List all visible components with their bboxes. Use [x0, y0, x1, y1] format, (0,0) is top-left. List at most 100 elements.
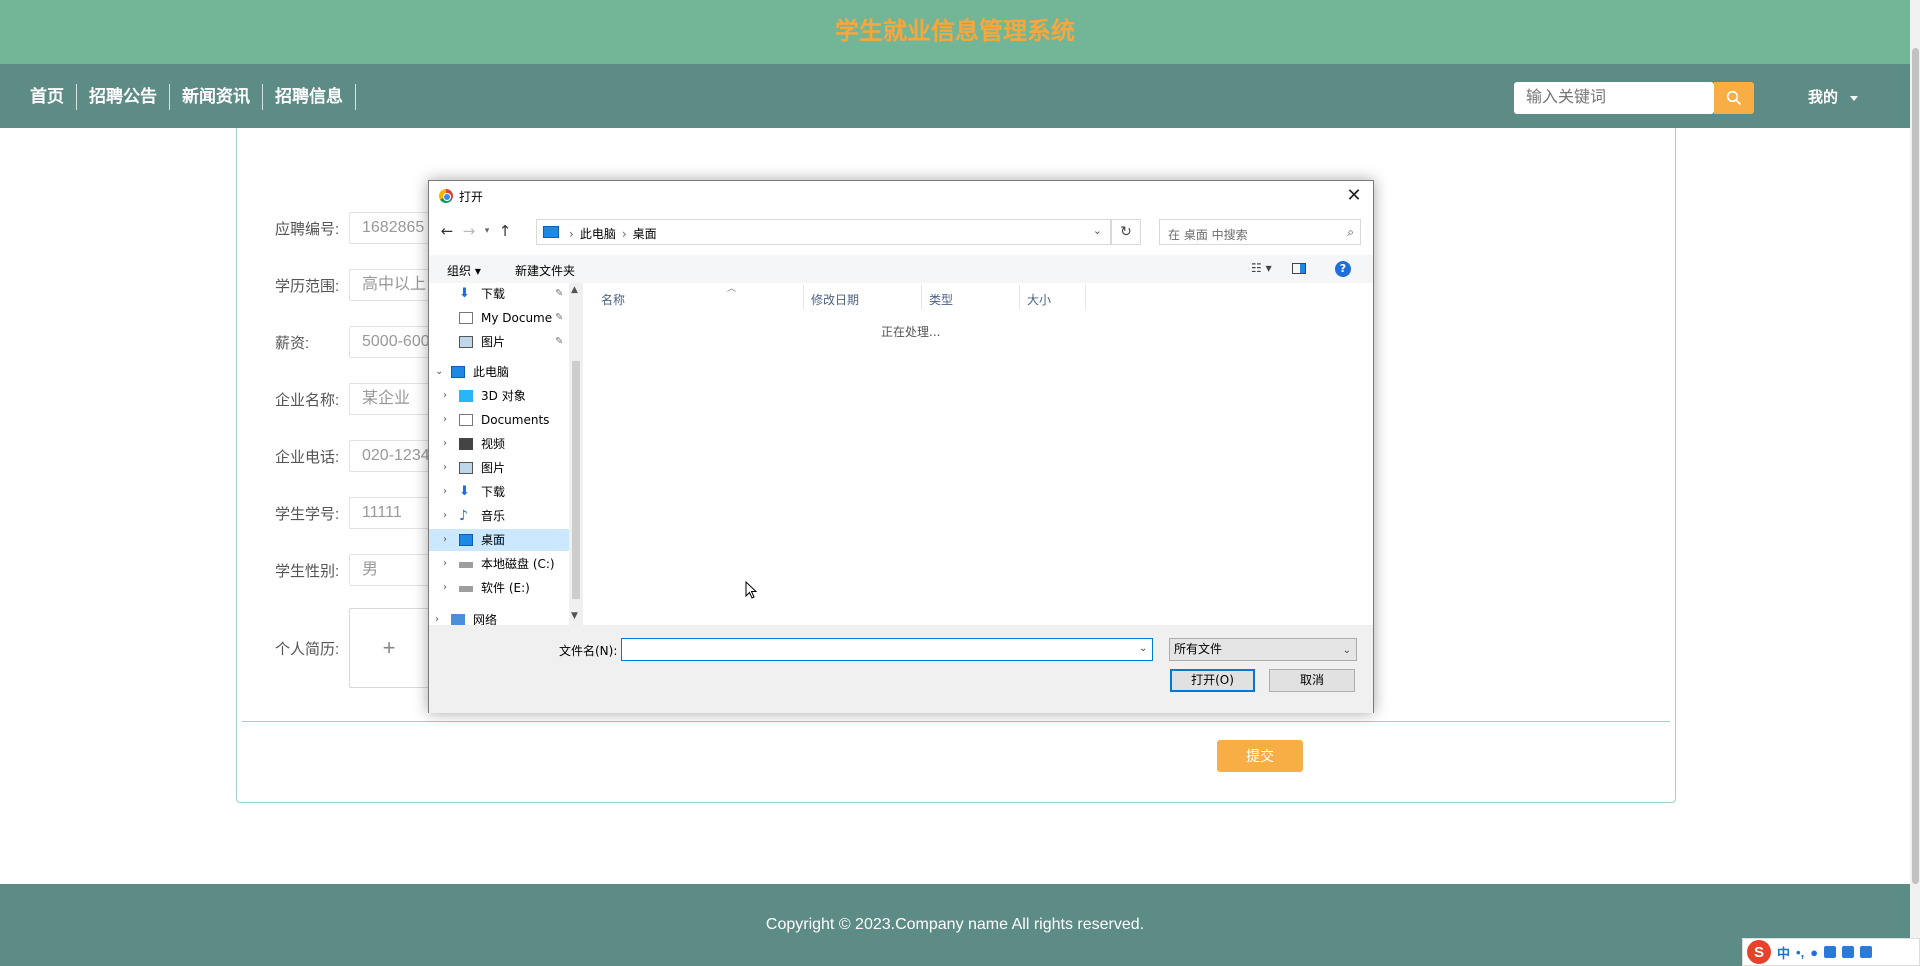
tree-item-videos[interactable]: › 视频 [429, 433, 569, 455]
toolbox-icon[interactable] [1860, 946, 1873, 958]
preview-pane-icon[interactable] [1292, 263, 1306, 274]
dialog-search-placeholder: 在 桌面 中搜索 [1168, 228, 1248, 242]
ime-punctuation[interactable]: •, [1796, 945, 1804, 960]
tree-item-label: Documents [481, 413, 550, 427]
document-icon [459, 312, 473, 324]
desktop-icon [459, 534, 473, 546]
skin-icon[interactable] [1842, 946, 1855, 958]
back-arrow-icon[interactable]: ← [437, 221, 457, 241]
tree-item-pictures[interactable]: › 图片 [429, 457, 569, 479]
user-menu[interactable]: 我的 [1808, 86, 1859, 107]
field-label: 薪资: [275, 334, 310, 352]
tree-item-this-pc[interactable]: ⌄ 此电脑 [429, 361, 569, 383]
chevron-right-icon[interactable]: › [435, 609, 439, 625]
chevron-right-icon[interactable]: › [443, 553, 447, 575]
open-button[interactable]: 打开(O) [1170, 669, 1255, 692]
tree-item-label: 音乐 [481, 509, 506, 523]
user-menu-label: 我的 [1808, 89, 1839, 106]
organize-button[interactable]: 组织 ▾ [447, 262, 481, 279]
ime-mode[interactable]: 中 [1777, 943, 1790, 962]
nav-home[interactable]: 首页 [18, 84, 77, 110]
nav-news[interactable]: 新闻资讯 [170, 84, 263, 110]
column-size[interactable]: 大小 [1027, 291, 1051, 308]
computer-icon [451, 366, 465, 378]
tree-item-pictures-quick[interactable]: 图片 ✎ [429, 331, 569, 353]
chevron-right-icon[interactable]: › [443, 505, 447, 527]
resume-upload-button[interactable]: + [349, 608, 429, 688]
breadcrumb-desktop[interactable]: 桌面 [633, 227, 657, 241]
main-nav: 首页 招聘公告 新闻资讯 招聘信息 我的 [0, 64, 1910, 128]
view-options-icon[interactable]: ☷ ▾ [1251, 261, 1272, 275]
nav-recruitment-notices[interactable]: 招聘公告 [77, 84, 170, 110]
filename-input[interactable] [621, 638, 1153, 661]
copyright-text: Copyright © 2023.Company name All rights… [765, 916, 1145, 933]
dialog-search-box[interactable]: 在 桌面 中搜索 ⌕ [1159, 219, 1361, 245]
page-scrollbar-thumb[interactable] [1912, 48, 1919, 884]
tree-item-music[interactable]: › ♪ 音乐 [429, 505, 569, 527]
chevron-right-icon[interactable]: › [443, 457, 447, 479]
microphone-icon[interactable]: ● [1810, 945, 1818, 960]
submit-button[interactable]: 提交 [1217, 740, 1303, 772]
picture-icon [459, 336, 473, 348]
tree-item-desktop[interactable]: › 桌面 [429, 529, 569, 551]
loading-status: 正在处理... [881, 325, 941, 339]
close-button[interactable]: ✕ [1343, 185, 1365, 207]
breadcrumb-this-pc[interactable]: 此电脑 [580, 227, 616, 241]
chevron-right-icon[interactable]: › [443, 577, 447, 599]
chevron-up-icon[interactable]: ▲ [571, 285, 578, 295]
new-folder-button[interactable]: 新建文件夹 [515, 262, 575, 279]
field-label: 企业电话: [275, 448, 340, 466]
tree-item-software-e[interactable]: › 软件 (E:) [429, 577, 569, 599]
tree-item-3d-objects[interactable]: › 3D 对象 [429, 385, 569, 407]
tree-item-downloads-quick[interactable]: ⬇ 下载 ✎ [429, 283, 569, 305]
tree-item-label: 下载 [481, 287, 506, 301]
cube-icon [459, 390, 473, 402]
caret-down-icon [1850, 95, 1859, 101]
chevron-down-icon[interactable]: ⌄ [1093, 224, 1102, 237]
search-icon: ⌕ [1347, 225, 1354, 239]
column-name[interactable]: 名称 [601, 291, 625, 308]
file-type-select[interactable]: 所有文件 ⌄ [1169, 638, 1357, 661]
chevron-right-icon[interactable]: › [443, 433, 447, 455]
tree-item-network[interactable]: › 网络 [429, 609, 569, 625]
nav-job-info[interactable]: 招聘信息 [263, 84, 356, 110]
keyboard-icon[interactable] [1824, 946, 1837, 958]
help-icon[interactable]: ? [1335, 261, 1351, 277]
chevron-down-icon[interactable]: ⌄ [435, 361, 443, 383]
sogou-logo-icon[interactable]: S [1747, 940, 1771, 964]
up-arrow-icon[interactable]: ↑ [495, 221, 515, 241]
chevron-down-icon[interactable]: ⌄ [1139, 643, 1147, 654]
refresh-button[interactable]: ↻ [1111, 219, 1141, 245]
page-scrollbar[interactable] [1910, 0, 1920, 966]
tree-item-documents[interactable]: › Documents [429, 409, 569, 431]
nav-list: 首页 招聘公告 新闻资讯 招聘信息 [18, 84, 356, 110]
column-modified[interactable]: 修改日期 [811, 291, 859, 308]
tree-item-my-documents[interactable]: My Docume ✎ [429, 307, 569, 329]
cancel-button[interactable]: 取消 [1269, 669, 1355, 692]
forward-arrow-icon[interactable]: → [459, 221, 479, 241]
chrome-icon [439, 189, 453, 203]
column-type[interactable]: 类型 [929, 291, 953, 308]
recent-chevron-icon[interactable]: ▾ [477, 221, 497, 241]
search-input[interactable] [1514, 82, 1714, 114]
download-icon: ⬇ [459, 286, 470, 301]
tree-item-local-disk-c[interactable]: › 本地磁盘 (C:) [429, 553, 569, 575]
field-label: 学历范围: [275, 277, 340, 295]
filename-label: 文件名(N): [559, 644, 618, 658]
chevron-right-icon: › [569, 227, 574, 241]
chevron-right-icon[interactable]: › [443, 385, 447, 407]
chevron-right-icon[interactable]: › [443, 409, 447, 431]
chevron-right-icon[interactable]: › [443, 481, 447, 503]
search-button[interactable] [1714, 82, 1754, 114]
tree-item-downloads[interactable]: › ⬇ 下载 [429, 481, 569, 503]
chevron-down-icon[interactable]: ▼ [571, 611, 578, 621]
site-header: 学生就业信息管理系统 [0, 0, 1910, 64]
tree-scrollbar[interactable]: ▲ ▼ [569, 283, 583, 625]
file-list[interactable]: ︿ 名称 修改日期 类型 大小 正在处理... [585, 283, 1373, 625]
address-bar[interactable]: › 此电脑 › 桌面 ⌄ [536, 219, 1111, 245]
tree-item-label: 网络 [473, 613, 498, 625]
tree-scrollbar-thumb[interactable] [572, 361, 580, 599]
music-icon: ♪ [459, 508, 468, 524]
chevron-right-icon[interactable]: › [443, 529, 447, 551]
field-label: 个人简历: [275, 640, 340, 658]
